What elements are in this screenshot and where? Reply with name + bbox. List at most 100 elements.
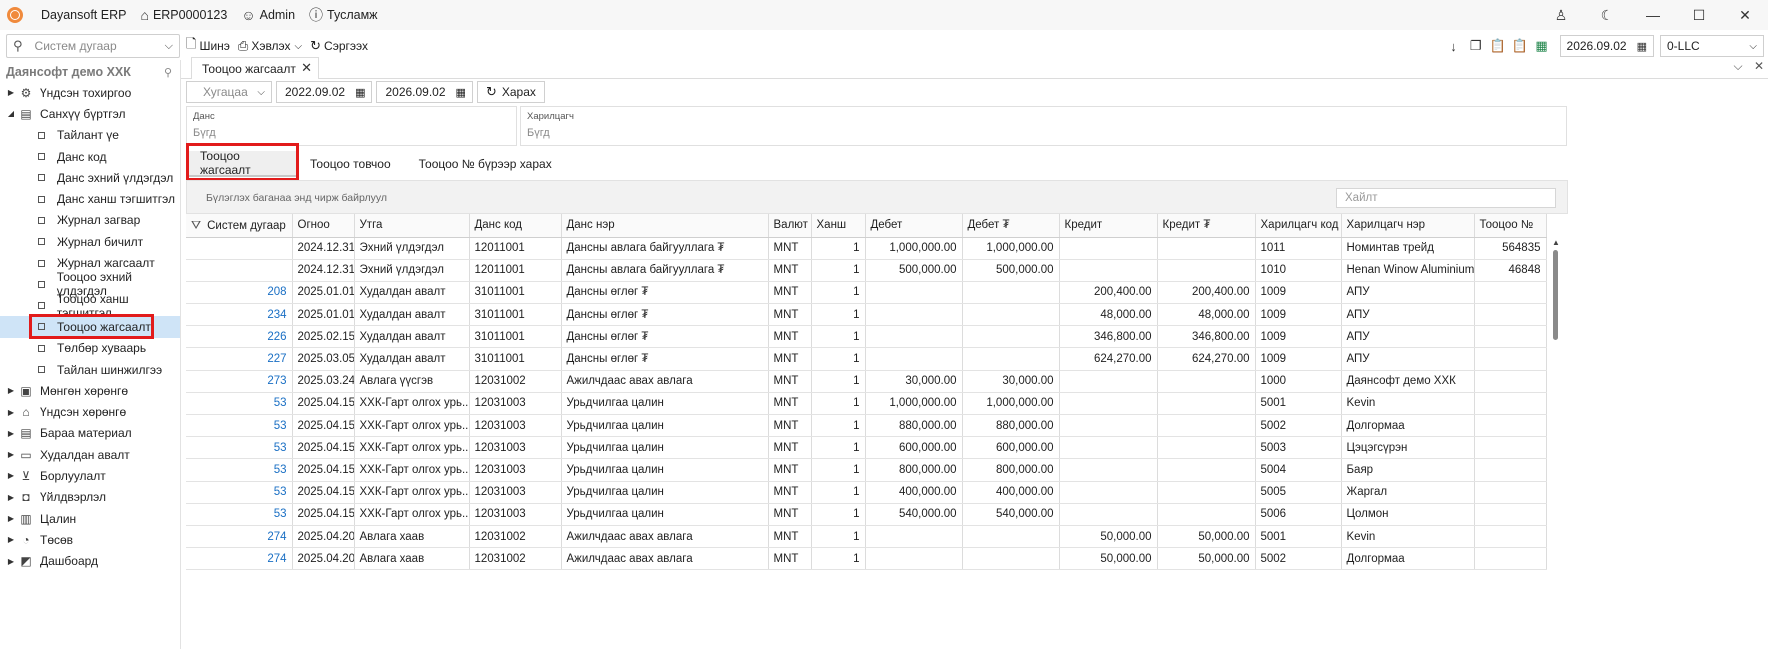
- column-header[interactable]: Кредит ₮: [1157, 214, 1256, 238]
- print-button[interactable]: ⎙ Хэвлэх ⌵: [238, 38, 302, 54]
- clipboard-icon[interactable]: 📋: [1488, 38, 1508, 54]
- copy-icon[interactable]: ❐: [1466, 38, 1486, 54]
- table-row[interactable]: 53 2025.04.15 ХХК-Гарт олгох урь... 1203100…: [186, 392, 1547, 416]
- excel-icon[interactable]: ▦: [1532, 38, 1552, 54]
- tab-list-chevron-icon[interactable]: ⌵: [1733, 59, 1742, 73]
- paste-icon[interactable]: 📋: [1510, 38, 1530, 54]
- column-header[interactable]: Тооцоо №: [1474, 214, 1547, 238]
- table-row[interactable]: 53 2025.04.15 ХХК-Гарт олгох урь... 1203100…: [186, 503, 1547, 526]
- help-menu[interactable]: ⓘ Тусламж: [309, 5, 378, 25]
- download-icon[interactable]: ↓: [1444, 39, 1464, 54]
- table-row[interactable]: 2024.12.31 Эхний үлдэгдэл 12011001 Дансны а…: [186, 259, 1547, 282]
- table-row[interactable]: 234 2025.01.01 Худалдан авалт 31011001 Дансн…: [186, 303, 1547, 327]
- system-number-link[interactable]: 273: [186, 370, 293, 393]
- system-number-link[interactable]: 53: [186, 436, 293, 460]
- sidebar-item-journal-entry[interactable]: Журнал бичилт: [0, 231, 180, 252]
- maximize-button[interactable]: ☐: [1676, 7, 1722, 24]
- customer-field[interactable]: Харилцагч Бүгд: [520, 106, 1567, 146]
- column-header[interactable]: Валют: [768, 214, 812, 238]
- period-select[interactable]: Хугацаа ⌵: [186, 81, 272, 103]
- sidebar-item-cash[interactable]: ▶ ▣ Мөнгөн хөрөнгө: [0, 380, 180, 401]
- minimize-button[interactable]: —: [1630, 7, 1676, 23]
- sidebar-item-finance[interactable]: ◢ ▤ Санхүү бүртгэл: [0, 103, 180, 124]
- vertical-scrollbar[interactable]: ▲: [1552, 238, 1560, 649]
- view-button[interactable]: ↻ Харах: [476, 81, 545, 103]
- expand-arrow-icon[interactable]: ▶: [4, 514, 18, 523]
- system-number-link[interactable]: 234: [186, 303, 293, 327]
- sidebar-item-sales[interactable]: ▶ ⊻ Борлуулалт: [0, 465, 180, 486]
- expand-arrow-icon[interactable]: ▶: [4, 408, 18, 417]
- column-header[interactable]: ⛛ Систем дугаар: [186, 214, 293, 238]
- sidebar-item-salary[interactable]: ▶ ▥ Цалин: [0, 508, 180, 529]
- sidebar-item-account-code[interactable]: Данс код: [0, 146, 180, 167]
- expand-arrow-icon[interactable]: ▶: [4, 557, 18, 566]
- filter-icon[interactable]: ⛛: [191, 218, 201, 233]
- sidebar-item-inventory[interactable]: ▶ ▤ Бараа материал: [0, 423, 180, 444]
- expand-arrow-icon[interactable]: ▶: [4, 386, 18, 395]
- column-header[interactable]: Дебет: [865, 214, 963, 238]
- sidebar-item-payment-schedule[interactable]: Төлбөр хуваарь: [0, 338, 180, 359]
- system-number-link[interactable]: 53: [186, 481, 293, 504]
- system-number-link[interactable]: 53: [186, 503, 293, 526]
- sidebar-item-journal-template[interactable]: Журнал загвар: [0, 210, 180, 231]
- sidebar-item-purchase[interactable]: ▶ ▭ Худалдан авалт: [0, 444, 180, 465]
- column-header[interactable]: Дебет ₮: [962, 214, 1060, 238]
- theme-moon-icon[interactable]: ☾: [1584, 7, 1630, 24]
- sidebar-item-report-analysis[interactable]: Тайлан шинжилгээ: [0, 359, 180, 380]
- company-code[interactable]: ⌂ ERP0000123: [140, 7, 227, 23]
- print-chevron-icon[interactable]: ⌵: [295, 41, 303, 52]
- customer-value[interactable]: Бүгд: [527, 127, 1566, 139]
- expand-arrow-icon[interactable]: ▶: [4, 493, 18, 502]
- column-header[interactable]: Огноо: [292, 214, 355, 238]
- system-number-link[interactable]: 227: [186, 347, 293, 371]
- close-tab-icon[interactable]: ✕: [301, 60, 312, 76]
- new-button[interactable]: 🗋 Шинэ: [186, 35, 230, 57]
- system-number-link[interactable]: 53: [186, 458, 293, 482]
- system-number-search[interactable]: ⚲ Систем дугаар ⌵: [6, 34, 180, 58]
- column-header[interactable]: Данс код: [469, 214, 562, 238]
- chevron-down-icon[interactable]: ⌵: [165, 40, 173, 53]
- table-row[interactable]: 274 2025.04.20 Авлага хаав 12031002 Ажилчдаа…: [186, 525, 1547, 549]
- system-number-link[interactable]: 53: [186, 392, 293, 416]
- expand-arrow-icon[interactable]: ▶: [4, 450, 18, 459]
- table-row[interactable]: 53 2025.04.15 ХХК-Гарт олгох урь... 1203100…: [186, 414, 1547, 438]
- expand-arrow-icon[interactable]: ▶: [4, 471, 18, 480]
- group-by-panel[interactable]: Бүлэглэх баганаа энд чирж байрлуул Хайлт: [186, 180, 1568, 214]
- table-row[interactable]: 53 2025.04.15 ХХК-Гарт олгох урь... 1203100…: [186, 481, 1547, 504]
- table-row[interactable]: 227 2025.03.05 Худалдан авалт 31011001 Дансн…: [186, 347, 1547, 371]
- table-row[interactable]: 2024.12.31 Эхний үлдэгдэл 12011001 Дансны а…: [186, 237, 1547, 260]
- column-header[interactable]: Утга: [354, 214, 470, 238]
- account-field[interactable]: Данс Бүгд: [186, 106, 517, 146]
- table-row[interactable]: 53 2025.04.15 ХХК-Гарт олгох урь... 1203100…: [186, 458, 1547, 482]
- pin-icon[interactable]: ⚲: [164, 66, 172, 79]
- system-number-link[interactable]: 226: [186, 325, 293, 349]
- system-number-link[interactable]: 274: [186, 547, 293, 571]
- sidebar-item-fixed-assets[interactable]: ▶ ⌂ Үндсэн хөрөнгө: [0, 401, 180, 422]
- sidebar-item-account-revaluation[interactable]: Данс ханш тэгшитгэл: [0, 188, 180, 209]
- sidebar-item-settings[interactable]: ▶ ⚙ Үндсэн тохиргоо: [0, 82, 180, 103]
- org-select[interactable]: 0-LLC ⌵: [1660, 35, 1764, 57]
- sidebar-item-account-opening[interactable]: Данс эхний үлдэгдэл: [0, 167, 180, 188]
- column-header[interactable]: Ханш: [811, 214, 866, 238]
- sidebar-item-budget[interactable]: ▶ ◔ Төсөв: [0, 529, 180, 550]
- table-row[interactable]: 274 2025.04.20 Авлага хаав 12031002 Ажилчдаа…: [186, 547, 1547, 571]
- grid-search-input[interactable]: Хайлт: [1336, 188, 1556, 208]
- calendar-icon[interactable]: ▦: [1637, 40, 1647, 53]
- search-input[interactable]: Систем дугаар: [35, 39, 165, 53]
- table-row[interactable]: 226 2025.02.15 Худалдан авалт 31011001 Дансн…: [186, 325, 1547, 349]
- close-button[interactable]: ✕: [1722, 7, 1768, 24]
- system-number-link[interactable]: 274: [186, 525, 293, 549]
- account-value[interactable]: Бүгд: [193, 127, 516, 139]
- expand-arrow-icon[interactable]: ▶: [4, 535, 18, 544]
- column-header[interactable]: Кредит: [1059, 214, 1158, 238]
- table-row[interactable]: 208 2025.01.01 Худалдан авалт 31011001 Дансн…: [186, 281, 1547, 305]
- calendar-icon[interactable]: ▦: [456, 86, 466, 99]
- calendar-icon[interactable]: ▦: [355, 86, 365, 99]
- table-row[interactable]: 273 2025.03.24 Авлага үүсгэв 12031002 Ажилчд…: [186, 370, 1547, 393]
- sidebar-item-dashboard[interactable]: ▶ ◩ Дашбоард: [0, 551, 180, 572]
- table-row[interactable]: 53 2025.04.15 ХХК-Гарт олгох урь... 1203100…: [186, 436, 1547, 460]
- refresh-button[interactable]: ↻ Сэргээх: [310, 38, 368, 54]
- tab-settlement-by-number[interactable]: Тооцоо № бүрээр харах: [405, 151, 566, 177]
- expand-arrow-icon[interactable]: ▶: [4, 429, 18, 438]
- tab-settlement-summary[interactable]: Тооцоо товчоо: [296, 151, 405, 177]
